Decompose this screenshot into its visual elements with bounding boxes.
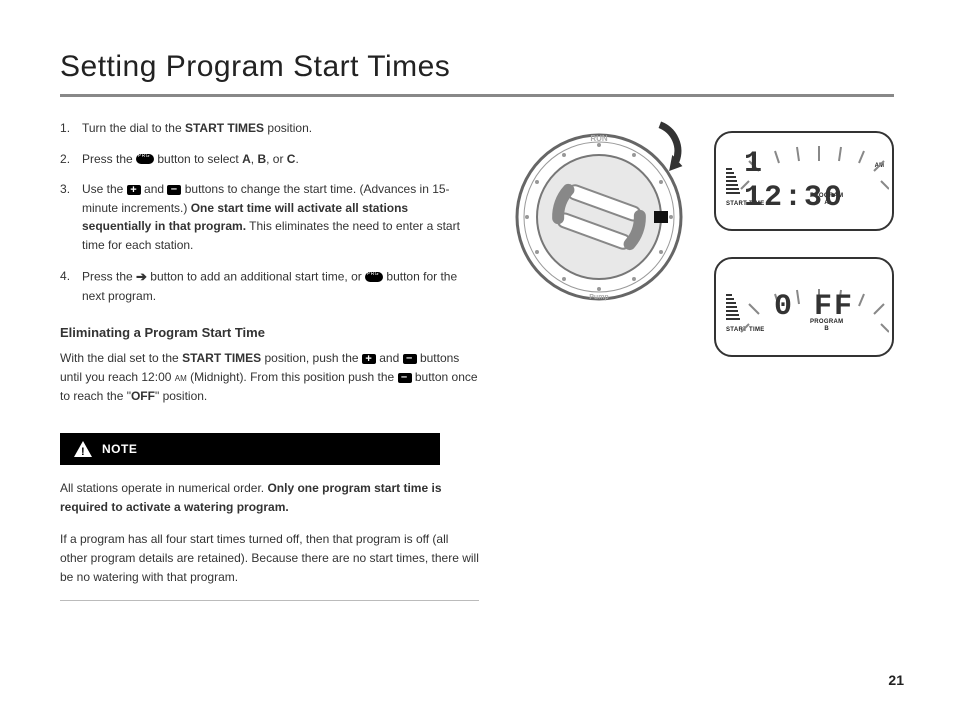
plus-button-icon [127, 185, 141, 195]
note-bar: NOTE [60, 433, 440, 465]
note-paragraph-2: If a program has all four start times tu… [60, 530, 479, 586]
step-4: Press the ➔ button to add an additional … [60, 267, 479, 306]
prg-button-icon [365, 272, 383, 282]
warning-triangle-icon [74, 441, 92, 457]
right-arrow-icon: ➔ [136, 267, 147, 287]
minus-button-icon [398, 373, 412, 383]
eliminate-heading: Eliminating a Program Start Time [60, 323, 479, 343]
steps-list: Turn the dial to the START TIMES positio… [60, 119, 479, 305]
note-paragraph-1: All stations operate in numerical order.… [60, 479, 479, 516]
dial-pump-label: Pump [589, 294, 608, 301]
page-number: 21 [888, 672, 904, 688]
lcd-display-time: 1 12:30 START TIME PROGRAMA AM [714, 131, 894, 231]
step-2: Press the button to select A, B, or C. [60, 150, 479, 169]
minus-button-icon [403, 354, 417, 364]
step-3: Use the and buttons to change the start … [60, 180, 479, 254]
level-bars-icon [726, 168, 740, 194]
dial-run-label: RUN [590, 134, 608, 143]
note-label: NOTE [102, 440, 137, 459]
minus-button-icon [167, 185, 181, 195]
step-1: Turn the dial to the START TIMES positio… [60, 119, 479, 138]
lcd-display-off: 0 FF START TIME PROGRAMB [714, 257, 894, 357]
level-bars-icon [726, 294, 740, 320]
plus-button-icon [362, 354, 376, 364]
prg-button-icon [136, 154, 154, 164]
lcd-digits: 1 12:30 [744, 147, 884, 215]
dial-illustration: RUN Pump [509, 127, 689, 307]
title-rule [60, 94, 894, 97]
eliminate-paragraph: With the dial set to the START TIMES pos… [60, 349, 479, 405]
instruction-column: Turn the dial to the START TIMES positio… [60, 119, 479, 601]
page-title: Setting Program Start Times [60, 50, 894, 84]
section-rule [60, 600, 479, 601]
lcd-digits: 0 FF [774, 290, 854, 324]
